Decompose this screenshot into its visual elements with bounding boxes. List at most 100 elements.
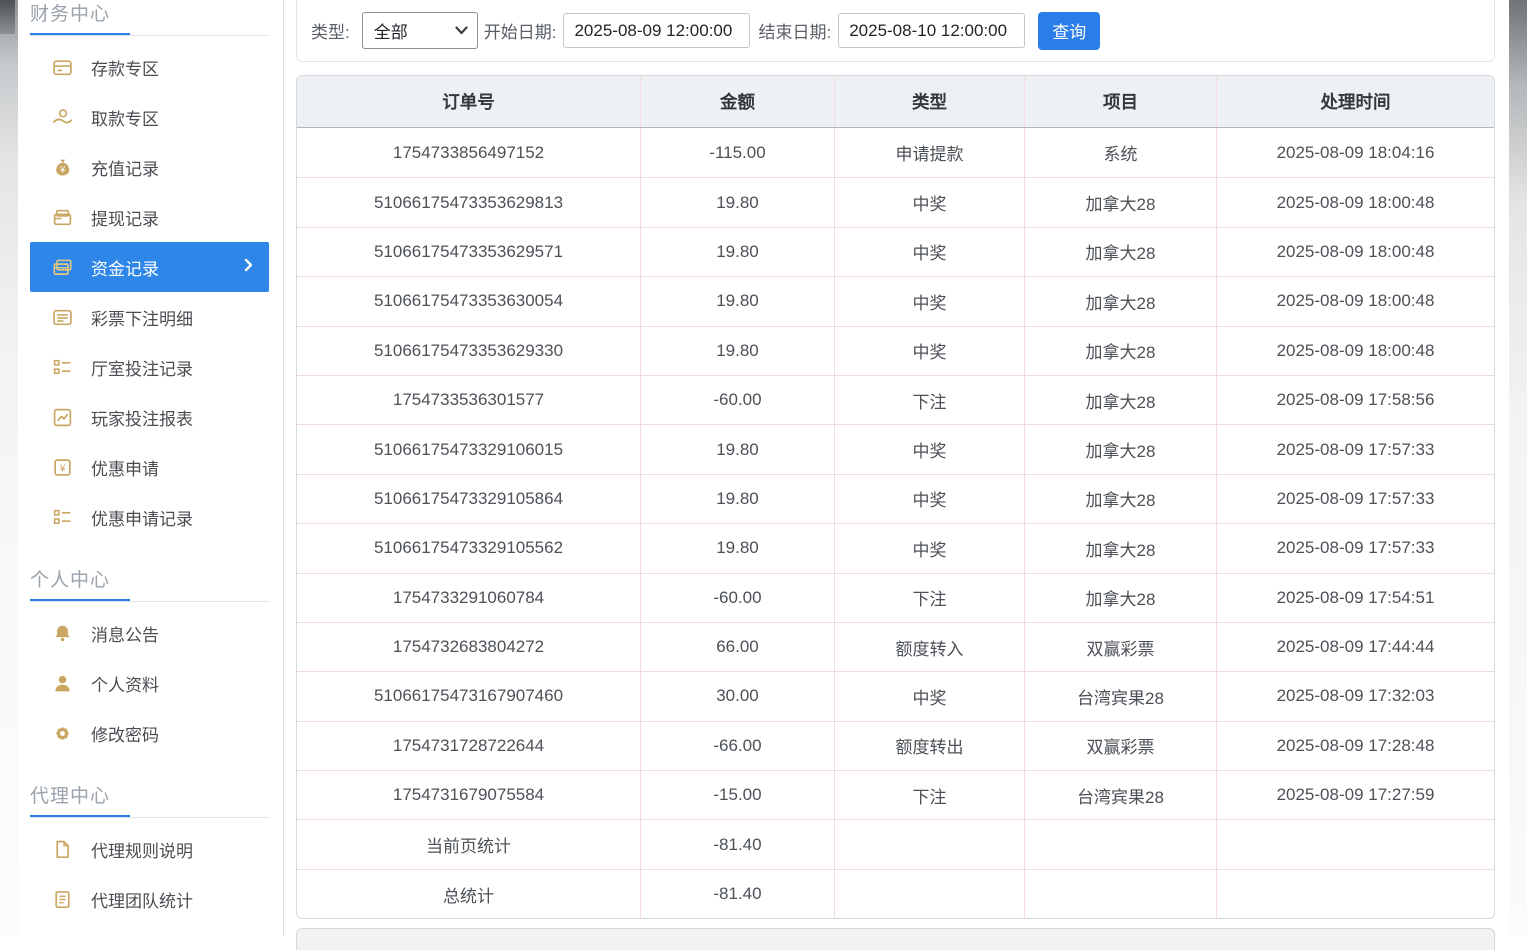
sidebar-item-label: 代理团队统计 bbox=[91, 887, 193, 912]
background-left-edge bbox=[0, 0, 18, 936]
table-cell: 19.80 bbox=[641, 326, 835, 375]
table-cell: -115.00 bbox=[641, 128, 835, 177]
table-cell: 中奖 bbox=[835, 523, 1025, 572]
table-cell: 1754731679075584 bbox=[297, 770, 641, 819]
table-cell: 2025-08-09 17:58:56 bbox=[1217, 375, 1494, 424]
sidebar-item-lottery-detail[interactable]: 彩票下注明细 bbox=[30, 292, 269, 342]
promo-record-list-icon bbox=[52, 507, 73, 528]
bell-icon bbox=[52, 623, 73, 644]
sidebar-item-file-text[interactable]: 代理团队统计 bbox=[30, 874, 269, 924]
sidebar-item-label: 提现记录 bbox=[91, 205, 159, 230]
table-cell: 19.80 bbox=[641, 474, 835, 523]
sidebar-item-player-chart[interactable]: 玩家投注报表 bbox=[30, 392, 269, 442]
table-cell: 加拿大28 bbox=[1025, 424, 1217, 473]
section-title-underline bbox=[30, 599, 269, 602]
sidebar-item-gear[interactable]: 修改密码 bbox=[30, 708, 269, 758]
table-cell: 当前页统计 bbox=[297, 819, 641, 868]
recharge-bag-icon: ¥ bbox=[52, 157, 73, 178]
table-cell: 19.80 bbox=[641, 177, 835, 226]
end-date-input[interactable] bbox=[838, 13, 1025, 48]
sidebar-item-promo-record-list[interactable]: 优惠申请记录 bbox=[30, 492, 269, 542]
sidebar-item-withdraw-wallet[interactable]: 提现记录 bbox=[30, 192, 269, 242]
sidebar-section: 代理中心代理规则说明代理团队统计 bbox=[18, 782, 283, 924]
sidebar-item-label: 充值记录 bbox=[91, 155, 159, 180]
table-cell: 2025-08-09 17:28:48 bbox=[1217, 721, 1494, 770]
table-row: 5106617547332910586419.80中奖加拿大282025-08-… bbox=[297, 474, 1494, 523]
table-row: 1754733536301577-60.00下注加拿大282025-08-09 … bbox=[297, 375, 1494, 424]
person-icon bbox=[52, 673, 73, 694]
sidebar-item-label: 资金记录 bbox=[91, 255, 159, 280]
sidebar-item-person[interactable]: 个人资料 bbox=[30, 658, 269, 708]
column-header: 处理时间 bbox=[1217, 76, 1494, 127]
column-header: 类型 bbox=[835, 76, 1025, 127]
table-cell: 2025-08-09 17:32:03 bbox=[1217, 671, 1494, 720]
records-table: 订单号金额类型项目处理时间 1754733856497152-115.00申请提… bbox=[296, 75, 1495, 919]
table-cell: 中奖 bbox=[835, 326, 1025, 375]
table-cell: 51066175473353629571 bbox=[297, 227, 641, 276]
gear-icon bbox=[52, 723, 73, 744]
table-cell: 加拿大28 bbox=[1025, 523, 1217, 572]
table-cell: 1754733536301577 bbox=[297, 375, 641, 424]
sidebar-section: 个人中心消息公告个人资料修改密码 bbox=[18, 566, 283, 758]
type-select-value: 全部 bbox=[374, 18, 408, 43]
table-cell bbox=[835, 819, 1025, 868]
table-cell bbox=[1217, 869, 1494, 918]
type-select[interactable]: 全部 bbox=[362, 12, 478, 49]
table-cell: 加拿大28 bbox=[1025, 375, 1217, 424]
start-date-label: 开始日期: bbox=[484, 18, 557, 43]
table-cell bbox=[1025, 819, 1217, 868]
table-cell: 1754732683804272 bbox=[297, 622, 641, 671]
table-cell: 51066175473353630054 bbox=[297, 276, 641, 325]
table-cell: 51066175473167907460 bbox=[297, 671, 641, 720]
table-cell bbox=[1025, 869, 1217, 918]
withdraw-hand-icon bbox=[52, 107, 73, 128]
column-header: 项目 bbox=[1025, 76, 1217, 127]
table-row: 5106617547335362933019.80中奖加拿大282025-08-… bbox=[297, 326, 1494, 375]
sidebar-item-recharge-bag[interactable]: ¥ 充值记录 bbox=[30, 142, 269, 192]
table-cell: 额度转出 bbox=[835, 721, 1025, 770]
table-cell: 中奖 bbox=[835, 424, 1025, 473]
table-row: 5106617547332910601519.80中奖加拿大282025-08-… bbox=[297, 424, 1494, 473]
sidebar-item-bell[interactable]: 消息公告 bbox=[30, 608, 269, 658]
table-row: 5106617547335362957119.80中奖加拿大282025-08-… bbox=[297, 227, 1494, 276]
sidebar-item-file[interactable]: 代理规则说明 bbox=[30, 824, 269, 874]
table-cell: 中奖 bbox=[835, 671, 1025, 720]
column-header: 金额 bbox=[641, 76, 835, 127]
sidebar-section-title: 个人中心 bbox=[18, 566, 283, 592]
search-button[interactable]: 查询 bbox=[1038, 12, 1100, 50]
svg-text:¥: ¥ bbox=[59, 164, 65, 174]
table-cell: 下注 bbox=[835, 770, 1025, 819]
section-title-underline bbox=[30, 815, 269, 818]
table-cell: 中奖 bbox=[835, 474, 1025, 523]
section-title-underline bbox=[30, 33, 269, 36]
table-cell: 19.80 bbox=[641, 523, 835, 572]
main-content: 类型: 全部 开始日期: 结束日期: 查询 订单号金额类型项目处理时间 1754… bbox=[296, 0, 1497, 936]
table-summary-row: 当前页统计-81.40 bbox=[297, 819, 1494, 868]
sidebar-item-hall-bet-list[interactable]: 厅室投注记录 bbox=[30, 342, 269, 392]
table-row: 1754731728722644-66.00额度转出双赢彩票2025-08-09… bbox=[297, 721, 1494, 770]
table-cell: 申请提款 bbox=[835, 128, 1025, 177]
table-cell: -15.00 bbox=[641, 770, 835, 819]
table-cell: 66.00 bbox=[641, 622, 835, 671]
table-summary-row: 总统计-81.40 bbox=[297, 869, 1494, 918]
file-text-icon bbox=[52, 889, 73, 910]
player-chart-icon bbox=[52, 407, 73, 428]
table-cell: 加拿大28 bbox=[1025, 276, 1217, 325]
sidebar-item-withdraw-hand[interactable]: 取款专区 bbox=[30, 92, 269, 142]
sidebar-item-label: 优惠申请 bbox=[91, 455, 159, 480]
table-cell: 台湾宾果28 bbox=[1025, 770, 1217, 819]
start-date-input[interactable] bbox=[563, 13, 750, 48]
table-cell: -81.40 bbox=[641, 869, 835, 918]
sidebar-item-promo-apply[interactable]: ¥优惠申请 bbox=[30, 442, 269, 492]
sidebar-item-label: 消息公告 bbox=[91, 621, 159, 646]
table-cell: 总统计 bbox=[297, 869, 641, 918]
file-icon bbox=[52, 839, 73, 860]
sidebar-item-deposit-card[interactable]: 存款专区 bbox=[30, 42, 269, 92]
table-cell: 30.00 bbox=[641, 671, 835, 720]
sidebar-item-funds-cards[interactable]: 资金记录 bbox=[30, 242, 269, 292]
table-cell: 中奖 bbox=[835, 177, 1025, 226]
hall-bet-list-icon bbox=[52, 357, 73, 378]
sidebar: 财务中心存款专区取款专区¥充值记录提现记录资金记录彩票下注明细厅室投注记录玩家投… bbox=[18, 0, 284, 936]
table-cell bbox=[835, 869, 1025, 918]
table-cell: 下注 bbox=[835, 375, 1025, 424]
